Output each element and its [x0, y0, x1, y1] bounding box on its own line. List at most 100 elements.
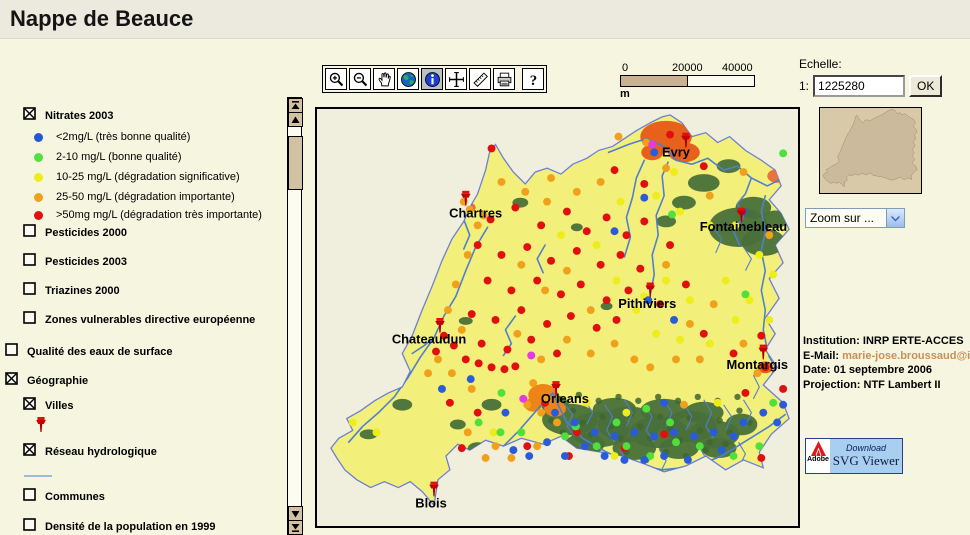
nitrate-dot-yellow [613, 277, 621, 285]
globe-icon [400, 71, 417, 88]
app-window: Nappe de Beauce Nitrates 2003<2mg/L (trè… [0, 0, 970, 535]
email-link[interactable]: marie-jose.broussaud@inrp.fr [842, 350, 970, 362]
scroll-to-bottom-button[interactable] [288, 520, 303, 535]
scroll-up-button[interactable] [288, 112, 303, 127]
nitrate-dot-yellow [755, 251, 763, 259]
nitrate-dot-yellow [349, 419, 357, 427]
nitrate-dot-blue [581, 442, 589, 450]
globe-button[interactable] [397, 68, 419, 90]
nitrate-dot-green [779, 149, 787, 157]
nitrate-dot-orange [587, 350, 595, 358]
nitrate-dot-red [577, 281, 585, 289]
nitrate-dot-yellow [622, 409, 630, 417]
nitrate-dot-orange [662, 261, 670, 269]
nitrate-dot-yellow [676, 336, 684, 344]
legend-checkbox-qualite-eaux-surface[interactable] [5, 343, 18, 361]
zoom-in-button[interactable] [325, 68, 347, 90]
nitrate-dot-red [597, 261, 605, 269]
minimap-canvas [820, 108, 919, 191]
scroll-down-button[interactable] [288, 506, 303, 521]
scale-input[interactable] [813, 75, 905, 97]
scale-label: Echelle: [799, 57, 964, 71]
nitrate-dot-yellow [686, 296, 694, 304]
nitrate-dot-red [507, 286, 515, 294]
river-line-icon [24, 475, 52, 477]
zoom-city-select[interactable]: Zoom sur ... [805, 208, 905, 228]
nitrate-dot-red [533, 277, 541, 285]
legend-group-qualite-eaux-surface: Qualité des eaux de surface [5, 344, 173, 360]
nitrate-dot-green [613, 419, 621, 427]
nitrate-dot-orange [739, 168, 747, 176]
map-canvas[interactable]: EvryFontainebleauChartresPithiviersChate… [317, 109, 798, 526]
nitrate-dot-red [624, 286, 632, 294]
nitrate-dot-blue [730, 432, 738, 440]
nitrate-dot-green [769, 399, 777, 407]
nitrate-dot-yellow [593, 241, 601, 249]
scrollbar-thumb[interactable] [288, 136, 303, 190]
nitrate-dot-red [511, 204, 519, 212]
nitrate-dot-blue [630, 428, 638, 436]
download-label: Download [846, 443, 886, 453]
nitrate-dot-blue [660, 452, 668, 460]
ruler-button[interactable] [469, 68, 491, 90]
nitrate-dot-green [696, 442, 704, 450]
legend-checkbox-villes[interactable] [23, 397, 36, 415]
adobe-svg-viewer-badge[interactable]: Adobe Download SVG Viewer [805, 438, 903, 474]
nitrate-dot-green [755, 442, 763, 450]
legend-class-label: 10-25 mg/L (dégradation significative) [56, 171, 240, 183]
legend-checkbox-zones-vulnerables[interactable] [23, 311, 36, 329]
legend-checkbox-reseau-hydrologique[interactable] [23, 443, 36, 461]
overview-minimap[interactable] [819, 107, 922, 194]
nitrate-dot-orange [543, 198, 551, 206]
legend-checkbox-nitrates-2003[interactable] [23, 107, 36, 125]
nitrate-dot-red [611, 166, 619, 174]
scale-control: Echelle: 1: OK [799, 57, 964, 97]
city-label-blois: Blois [415, 495, 447, 510]
nitrate-dot-red [547, 257, 555, 265]
legend-checkbox-pesticides-2003[interactable] [23, 253, 36, 271]
nitrate-dot-green [642, 405, 650, 413]
nitrate-dot-red [622, 231, 630, 239]
double-up-arrow-icon [291, 101, 300, 110]
legend-label: Zones vulnerables directive européenne [45, 314, 255, 326]
nitrate-dot-orange [563, 267, 571, 275]
legend-group-triazines-2000: Triazines 2000 [23, 283, 120, 299]
nitrate-dot-red [640, 180, 648, 188]
nitrate-dot-blue [611, 432, 619, 440]
legend-label: Communes [45, 491, 105, 503]
nitrate-dot-blue [759, 409, 767, 417]
nitrate-dot-blue [543, 438, 551, 446]
legend-scrollbar[interactable] [287, 97, 302, 535]
nitrate-dot-orange [739, 340, 747, 348]
help-button[interactable]: ? [522, 68, 544, 90]
nitrate-dot-orange [497, 178, 505, 186]
nitrate-dot-red [517, 306, 525, 314]
nitrate-dot-orange [444, 306, 452, 314]
scale-ok-button[interactable]: OK [909, 75, 942, 97]
scalebar-tick-20000: 20000 [672, 62, 703, 74]
nitrate-dot-red [523, 442, 531, 450]
legend-checkbox-communes[interactable] [23, 488, 36, 506]
legend-checkbox-pesticides-2000[interactable] [23, 224, 36, 242]
select-dropdown-button[interactable] [886, 209, 904, 227]
nitrate-dot-red [700, 330, 708, 338]
nitrate-dot-blue [640, 194, 648, 202]
nitrate-dot-orange [696, 355, 704, 363]
info-button[interactable] [421, 68, 443, 90]
nitrate-dot-orange [611, 340, 619, 348]
legend-checkbox-densite-population-1999[interactable] [23, 518, 36, 535]
nitrate-dot-red [567, 312, 575, 320]
nitrate-dot-orange [662, 164, 670, 172]
nitrate-dot-yellow [676, 208, 684, 216]
pan-button[interactable] [373, 68, 395, 90]
crosshair-button[interactable] [445, 68, 467, 90]
print-button[interactable] [493, 68, 515, 90]
legend-checkbox-triazines-2000[interactable] [23, 282, 36, 300]
legend-checkbox-geographie[interactable] [5, 372, 18, 390]
toolbar-gap [517, 68, 520, 90]
legend-label: Villes [45, 400, 74, 412]
scroll-to-top-button[interactable] [288, 98, 303, 113]
nitrate-dot-red [757, 454, 765, 462]
zoom-out-button[interactable] [349, 68, 371, 90]
legend-label: Triazines 2000 [45, 285, 120, 297]
